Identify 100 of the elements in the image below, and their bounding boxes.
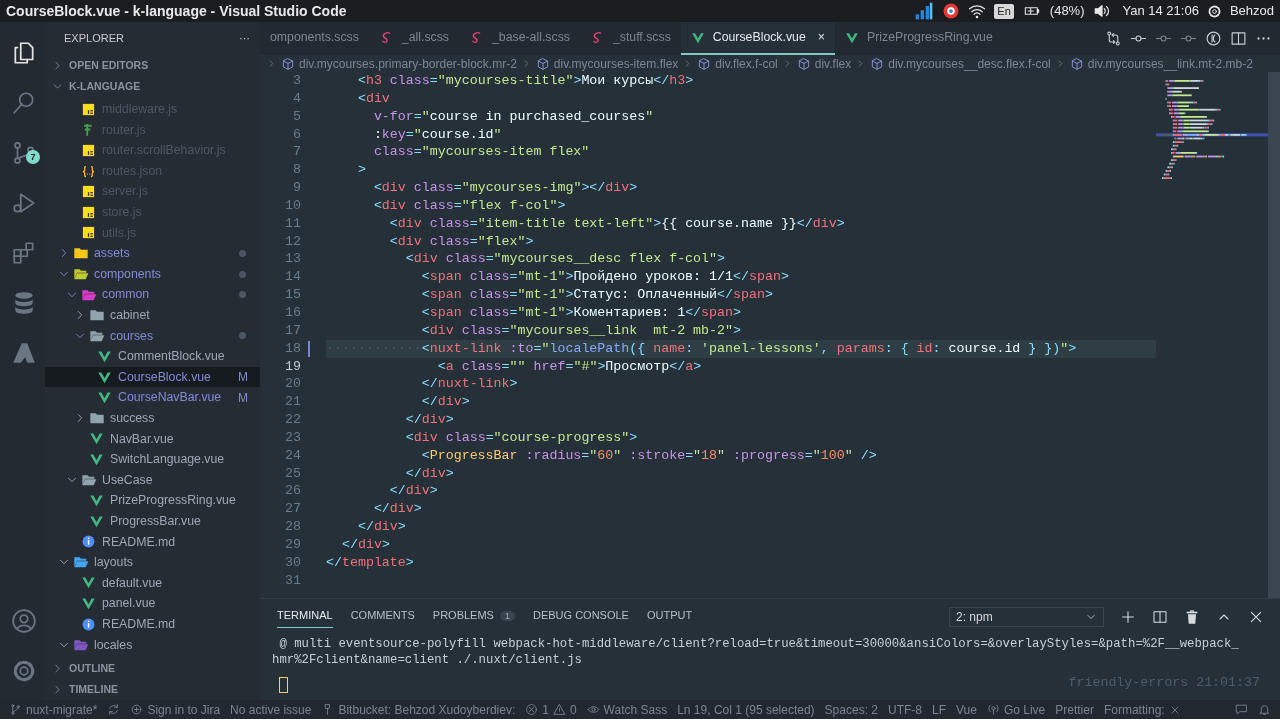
code-line: <div (356, 89, 391, 108)
tree-item[interactable]: README.md (45, 531, 260, 553)
close-tab-button[interactable]: × (817, 28, 825, 47)
info-icon (81, 616, 96, 632)
status-item[interactable]: nuxt-migrate* (4, 700, 103, 719)
code-line: </div> (404, 464, 455, 483)
tree-item[interactable]: panel.vue (45, 593, 260, 614)
status-item[interactable]: LF (927, 700, 951, 719)
window-title: CourseBlock.vue - k-language - Visual Studio Code (6, 1, 347, 21)
breadcrumb-item[interactable]: div.mycourses.primary-border-block.mr-2 (281, 55, 517, 72)
status-item[interactable]: Watch Sass (581, 700, 673, 719)
editor-tab[interactable]: omponents.scss (260, 22, 369, 55)
tree-item[interactable]: CourseNavBar.vue M (45, 387, 260, 408)
terminal-line: @ multi eventsource-polyfill webpack-hot-middleware/client?reload=true&timeout=30000&ansiColors=&overlayStyles=&path=%2F__webpack_ (278, 635, 1240, 652)
section-header[interactable]: OPEN EDITORS (45, 55, 260, 76)
status-item[interactable]: Vue (951, 700, 982, 719)
tree-item[interactable]: locales (45, 634, 260, 656)
status-item[interactable]: Bitbucket: Behzod Xudoyberdiev: (316, 700, 521, 719)
sync-icon[interactable] (107, 703, 121, 716)
tree-item[interactable]: NavBar.vue (45, 428, 260, 450)
code-line: </div> (372, 500, 423, 519)
split-editor-icon[interactable] (1230, 30, 1247, 47)
clock[interactable]: Yan 14 21:06 (1122, 1, 1199, 21)
tree-item[interactable]: default.vue (45, 572, 260, 594)
chat-bubble-icon[interactable] (1235, 703, 1248, 716)
section-header[interactable]: OUTLINE (45, 658, 260, 679)
panel-tab[interactable]: TERMINAL (277, 607, 333, 628)
volume-icon[interactable] (1092, 2, 1111, 20)
status-item[interactable]: Spaces: 2 (819, 700, 883, 719)
plus-icon[interactable] (1120, 609, 1136, 626)
branch-icon (9, 703, 22, 716)
more-actions-button[interactable]: ··· (239, 30, 250, 47)
section-header[interactable]: K-LANGUAGE (45, 76, 260, 97)
status-item[interactable]: Ln 19, Col 1 (95 selected) (672, 700, 820, 719)
wifi-icon[interactable] (968, 2, 987, 20)
breadcrumb-item[interactable]: div.mycourses__link.mt-2.mb-2 (1069, 55, 1253, 72)
panel-tab[interactable]: COMMENTS (350, 607, 415, 628)
keyboard-layout-indicator[interactable]: En (994, 3, 1014, 19)
cube-icon (1069, 56, 1084, 71)
change-dot (239, 249, 246, 257)
code-line: </template> (326, 553, 415, 572)
bar-chart-icon[interactable] (914, 1, 935, 21)
triangle-logo-icon[interactable] (10, 340, 37, 366)
terminal-line: hmr%2Fclient&name=client ./.nuxt/client.js (271, 652, 583, 669)
trash-icon[interactable] (1184, 609, 1200, 626)
tree-item[interactable]: CourseBlock.vue M (45, 366, 260, 388)
cube-icon (281, 56, 295, 71)
status-item[interactable]: No active issue (225, 700, 317, 719)
gear-icon[interactable] (1206, 3, 1222, 19)
app-icon[interactable] (942, 2, 961, 20)
user-name[interactable]: Behzod (1229, 1, 1274, 21)
breadcrumb-item[interactable]: div.mycourses-item.flex (535, 55, 679, 72)
tree-item[interactable]: courses (45, 325, 260, 347)
breadcrumb-item[interactable]: div.mycourses__desc.flex.f-col (870, 55, 1051, 72)
tree-item[interactable]: components (45, 263, 260, 285)
line-number: 21 (285, 394, 301, 410)
compare-changes-icon[interactable] (1105, 30, 1122, 47)
extensions-icon[interactable] (10, 240, 37, 266)
line-number: 16 (285, 304, 301, 320)
breadcrumb-item[interactable]: div.flex.f-col (697, 55, 778, 72)
circle-icon[interactable] (1205, 30, 1222, 47)
tree-item[interactable]: SwitchLanguage.vue (45, 449, 260, 470)
panel-tab[interactable]: OUTPUT (646, 607, 693, 628)
line-number: 8 (293, 162, 301, 178)
tree-item[interactable]: PrizeProgressRing.vue (45, 490, 260, 511)
code-line: v-for="course in purchased_courses" (372, 107, 655, 126)
tree-item[interactable]: UseCase (45, 469, 260, 491)
editor-tab[interactable]: _stuff.scss (579, 22, 681, 55)
tree-item[interactable]: assets (45, 243, 260, 264)
section-header[interactable]: TIMELINE (45, 679, 260, 700)
code-line: <div class="flex f-col"> (372, 196, 567, 215)
panel-tab[interactable]: DEBUG CONSOLE (532, 607, 629, 628)
tree-item[interactable]: CommentBlock.vue (45, 346, 260, 367)
breadcrumb-item[interactable]: div.flex (796, 55, 852, 72)
status-item[interactable]: Prettier (1050, 700, 1099, 719)
tree-item[interactable]: ProgressBar.vue (45, 510, 260, 532)
git-status-letter: M (238, 389, 248, 407)
panel-tab[interactable]: PROBLEMS 1 (432, 607, 515, 628)
editor-tab[interactable]: CourseBlock.vue × (680, 22, 835, 55)
line-number: 30 (285, 554, 301, 570)
code-line: </div> (404, 411, 455, 429)
status-item[interactable]: UTF-8 (883, 700, 927, 719)
status-item[interactable]: Formatting: (1098, 700, 1186, 719)
account-icon[interactable] (10, 608, 37, 634)
terminal-dropdown[interactable]: 2: npm (949, 607, 1104, 628)
vue-v-icon (81, 575, 96, 591)
tree-item[interactable]: README.md (45, 613, 260, 635)
editor-tab[interactable]: _base-all.scss (459, 22, 580, 55)
editor-tab[interactable]: _all.scss (368, 22, 459, 55)
tree-item[interactable]: cabinet (45, 304, 260, 326)
vue-v-icon (89, 493, 104, 509)
tree-item[interactable]: common (45, 284, 260, 305)
bell-icon[interactable] (1258, 703, 1271, 716)
status-item[interactable]: Sign in to Jira (125, 700, 226, 719)
status-item[interactable]: Go Live (981, 700, 1051, 719)
editor-tab[interactable]: PrizeProgressRing.vue (834, 22, 1003, 55)
tree-item[interactable]: success (45, 407, 260, 429)
scrollbar-thumb[interactable] (1268, 72, 1280, 598)
tree-item[interactable]: layouts (45, 552, 260, 573)
split-terminal-icon[interactable] (1152, 609, 1168, 626)
